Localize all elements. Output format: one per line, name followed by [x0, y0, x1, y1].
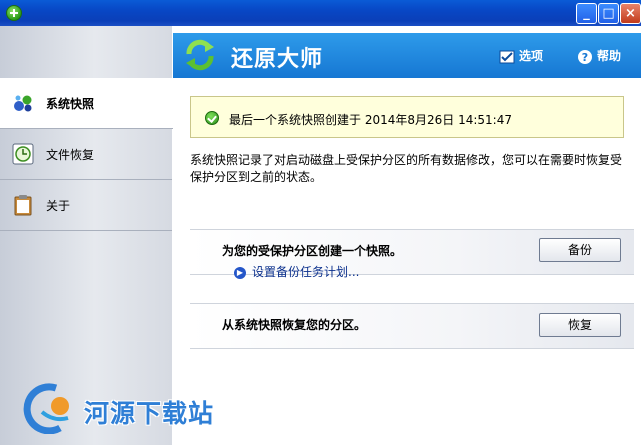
sidebar-item-file-restore[interactable]: 文件恢复 — [0, 129, 172, 180]
arrow-right-icon: ▶ — [234, 266, 246, 279]
snapshot-icon — [14, 95, 32, 112]
restore-logo-icon — [186, 39, 214, 71]
help-label: 帮助 — [597, 49, 622, 63]
notice-text: 最后一个系统快照创建于 2014年8月26日 14:51:47 — [229, 113, 512, 127]
svg-text:?: ? — [582, 51, 588, 64]
backup-button[interactable]: 备份 — [539, 238, 621, 262]
content-header: 还原大师 选项 ? 帮助 — [173, 33, 641, 78]
last-snapshot-notice: 最后一个系统快照创建于 2014年8月26日 14:51:47 — [190, 96, 624, 138]
restore-panel: 从系统快照恢复您的分区。 恢复 — [190, 303, 634, 349]
clipboard-icon — [14, 195, 32, 216]
title-bar: _ □ × — [0, 0, 641, 26]
sidebar-item-label: 文件恢复 — [46, 148, 95, 162]
schedule-link-label: 设置备份任务计划... — [252, 265, 360, 279]
sidebar-item-snapshot[interactable]: 系统快照 — [0, 78, 173, 129]
help-link[interactable]: ? 帮助 — [577, 47, 621, 65]
options-link[interactable]: 选项 — [499, 47, 543, 64]
schedule-backup-link[interactable]: ▶ 设置备份任务计划... — [234, 263, 359, 280]
minimize-button[interactable]: _ — [576, 3, 597, 24]
clock-icon — [12, 143, 34, 165]
sidebar-item-label: 关于 — [46, 199, 71, 213]
options-icon — [499, 50, 515, 63]
app-icon[interactable] — [6, 5, 22, 21]
help-icon: ? — [578, 49, 592, 64]
backup-panel-text: 为您的受保护分区创建一个快照。 — [222, 244, 403, 258]
app-title: 还原大师 — [231, 47, 324, 72]
watermark-text: 河源下载站 — [84, 399, 215, 428]
sidebar-item-label: 系统快照 — [46, 97, 95, 111]
snapshot-description: 系统快照记录了对启动磁盘上受保护分区的所有数据修改，您可以在需要时恢复受保护分区… — [190, 153, 623, 184]
check-icon — [205, 111, 219, 125]
sidebar-item-about[interactable]: 关于 — [0, 180, 172, 231]
options-label: 选项 — [519, 49, 544, 63]
restore-button[interactable]: 恢复 — [539, 313, 621, 337]
restore-panel-text: 从系统快照恢复您的分区。 — [222, 318, 367, 332]
maximize-button[interactable]: □ — [598, 3, 619, 24]
close-button[interactable]: × — [620, 3, 641, 24]
watermark-logo-icon — [23, 383, 69, 434]
